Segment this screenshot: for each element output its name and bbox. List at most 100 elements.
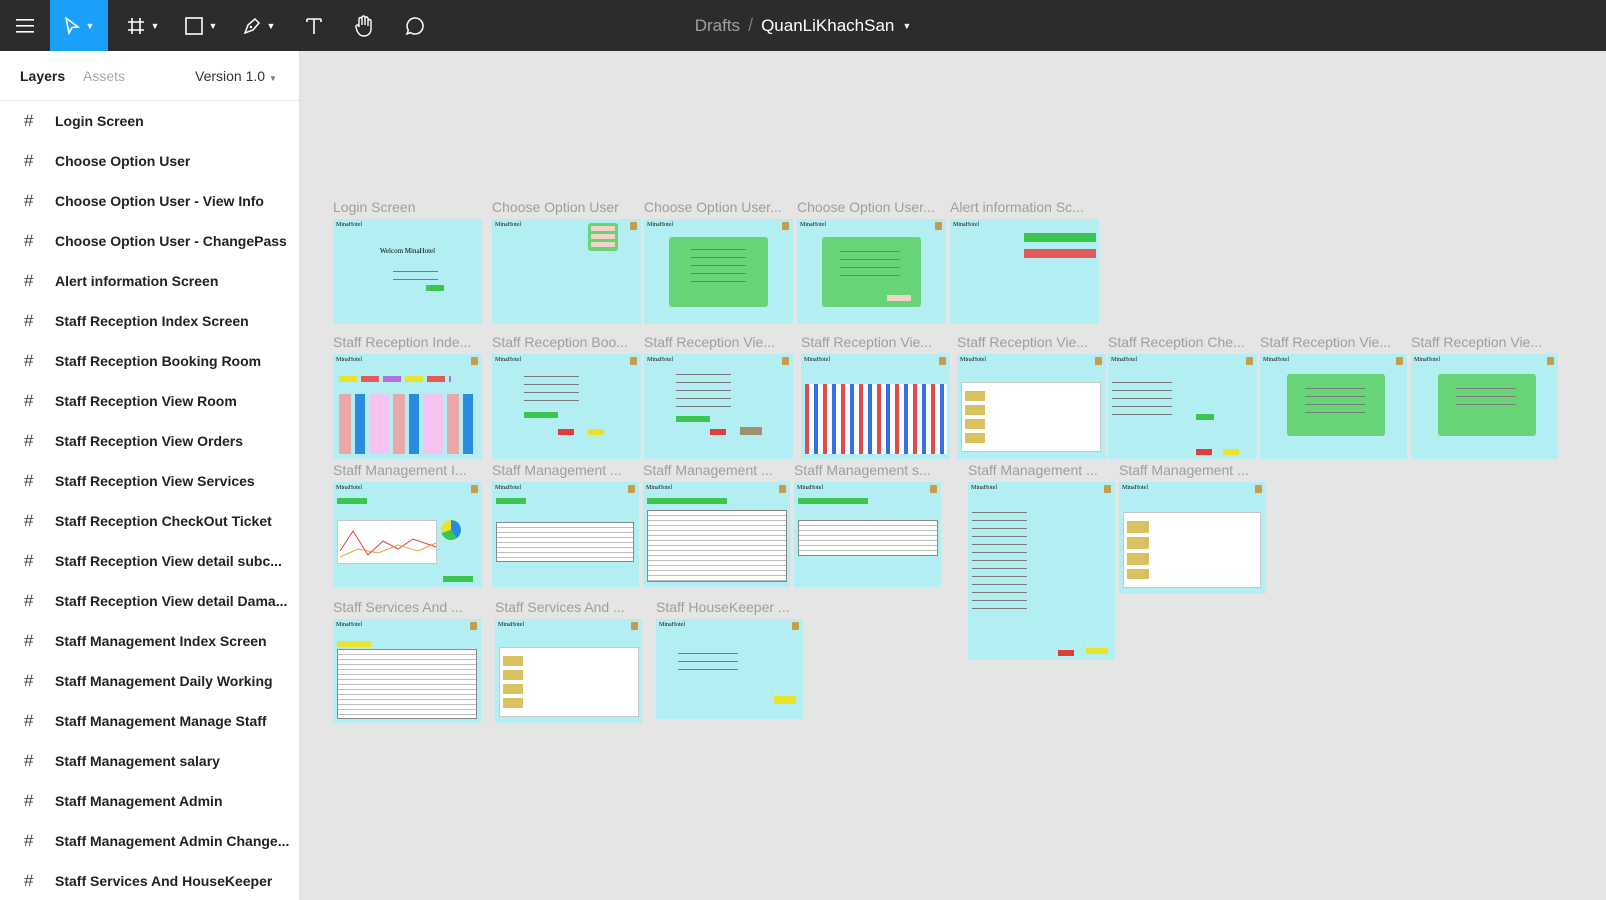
user-icon bbox=[630, 222, 637, 230]
frame-label[interactable]: Choose Option User bbox=[492, 199, 619, 215]
layer-item[interactable]: # Staff Reception View detail subc... bbox=[0, 541, 299, 581]
layer-item[interactable]: # Choose Option User - View Info bbox=[0, 181, 299, 221]
layer-item[interactable]: # Alert information Screen bbox=[0, 261, 299, 301]
frame-label[interactable]: Staff Management ... bbox=[643, 462, 773, 478]
canvas-frame[interactable]: Staff Management ... MinaHotel bbox=[968, 462, 1115, 660]
frame-label[interactable]: Staff Reception Vie... bbox=[801, 334, 932, 350]
layer-item[interactable]: # Staff Reception Booking Room bbox=[0, 341, 299, 381]
frame-label[interactable]: Staff Services And ... bbox=[495, 599, 625, 615]
detail-lines bbox=[1305, 388, 1365, 420]
layer-item[interactable]: # Staff Reception View Orders bbox=[0, 421, 299, 461]
chevron-down-icon[interactable]: ▼ bbox=[902, 21, 911, 31]
frame-label[interactable]: Choose Option User... bbox=[644, 199, 782, 215]
canvas-frame[interactable]: Choose Option User... MinaHotel bbox=[797, 199, 946, 324]
canvas-frame[interactable]: Choose Option User MinaHotel bbox=[492, 199, 641, 324]
canvas-frame[interactable]: Staff Reception Vie... MinaHotel bbox=[1260, 334, 1407, 459]
frame-label[interactable]: Staff Management ... bbox=[1119, 462, 1249, 478]
canvas-frame[interactable]: Staff Management s... MinaHotel bbox=[794, 462, 941, 587]
form-lines bbox=[524, 376, 579, 408]
canvas-frame[interactable]: Staff Management ... MinaHotel bbox=[1119, 462, 1266, 594]
canvas-frame[interactable]: Staff Management ... MinaHotel bbox=[643, 462, 790, 587]
tab-assets[interactable]: Assets bbox=[83, 68, 125, 84]
document-name[interactable]: QuanLiKhachSan bbox=[761, 16, 894, 36]
frame-label[interactable]: Staff Reception Inde... bbox=[333, 334, 471, 350]
room-grid bbox=[339, 394, 477, 454]
canvas-frame[interactable]: Staff Reception Vie... MinaHotel bbox=[644, 334, 793, 459]
layer-item[interactable]: # Staff Management Admin bbox=[0, 781, 299, 821]
layer-item[interactable]: # Staff Reception CheckOut Ticket bbox=[0, 501, 299, 541]
layers-panel: Layers Assets Version 1.0 ▼ # Login Scree… bbox=[0, 51, 300, 900]
canvas-frame[interactable]: Login Screen MinaHotel Welcom MinaHotel bbox=[333, 199, 482, 324]
pie-chart-preview bbox=[441, 520, 461, 540]
layer-item[interactable]: # Login Screen bbox=[0, 101, 299, 141]
pen-tool-button[interactable]: ▼ bbox=[234, 0, 284, 51]
layer-item[interactable]: # Staff Reception View Room bbox=[0, 381, 299, 421]
user-icon bbox=[470, 622, 477, 630]
canvas-frame[interactable]: Staff Management ... MinaHotel bbox=[492, 462, 639, 587]
frame-label[interactable]: Login Screen bbox=[333, 199, 416, 215]
user-icon bbox=[628, 485, 635, 493]
frame-icon: # bbox=[24, 471, 34, 490]
canvas-frame[interactable]: Staff Reception Vie... MinaHotel bbox=[801, 334, 950, 459]
brand-label: MinaHotel bbox=[1414, 357, 1440, 363]
frame-label[interactable]: Staff Reception Boo... bbox=[492, 334, 628, 350]
layer-item[interactable]: # Staff Management Admin Change... bbox=[0, 821, 299, 861]
hand-tool-button[interactable] bbox=[340, 0, 388, 51]
frame-label[interactable]: Alert information Sc... bbox=[950, 199, 1084, 215]
frame-label[interactable]: Staff Reception Vie... bbox=[957, 334, 1088, 350]
update-button bbox=[774, 696, 796, 704]
canvas-frame[interactable]: Staff Reception Che... MinaHotel bbox=[1108, 334, 1257, 459]
frame-label[interactable]: Staff Reception Vie... bbox=[1411, 334, 1542, 350]
user-icon bbox=[1246, 357, 1253, 365]
frame-label[interactable]: Staff HouseKeeper ... bbox=[656, 599, 790, 615]
layer-item[interactable]: # Staff Reception View Services bbox=[0, 461, 299, 501]
frame-thumbnail: MinaHotel bbox=[797, 219, 946, 324]
user-icon bbox=[782, 357, 789, 365]
canvas-frame[interactable]: Staff Reception Vie... MinaHotel bbox=[957, 334, 1106, 459]
layer-item[interactable]: # Staff Management Manage Staff bbox=[0, 701, 299, 741]
frame-tool-button[interactable]: ▼ bbox=[118, 0, 168, 51]
chevron-down-icon: ▼ bbox=[150, 20, 160, 31]
canvas-frame[interactable]: Staff Services And ... MinaHotel bbox=[495, 599, 642, 723]
brand-label: MinaHotel bbox=[659, 622, 685, 628]
frame-label[interactable]: Staff Management ... bbox=[492, 462, 622, 478]
version-selector[interactable]: Version 1.0 ▼ bbox=[195, 68, 277, 84]
canvas-frame[interactable]: Alert information Sc... MinaHotel bbox=[950, 199, 1099, 324]
tab-layers[interactable]: Layers bbox=[20, 68, 65, 84]
checking-lines bbox=[678, 653, 738, 677]
canvas-frame[interactable]: Choose Option User... MinaHotel bbox=[644, 199, 793, 324]
canvas-frame[interactable]: Staff Reception Boo... MinaHotel bbox=[492, 334, 641, 459]
move-tool-button[interactable]: ▼ bbox=[50, 0, 108, 51]
frame-label[interactable]: Staff Services And ... bbox=[333, 599, 463, 615]
frame-label[interactable]: Staff Management s... bbox=[794, 462, 931, 478]
user-icon bbox=[782, 222, 789, 230]
design-canvas[interactable]: Login Screen MinaHotel Welcom MinaHotel … bbox=[301, 51, 1606, 900]
shape-tool-button[interactable]: ▼ bbox=[176, 0, 226, 51]
export-button bbox=[443, 576, 473, 582]
canvas-frame[interactable]: Staff Services And ... MinaHotel bbox=[333, 599, 481, 723]
main-menu-button[interactable] bbox=[0, 0, 50, 51]
layer-item[interactable]: # Choose Option User - ChangePass bbox=[0, 221, 299, 261]
layer-item[interactable]: # Staff Management Daily Working bbox=[0, 661, 299, 701]
frame-label[interactable]: Choose Option User... bbox=[797, 199, 935, 215]
canvas-frame[interactable]: Staff Management I... MinaHotel bbox=[333, 462, 482, 587]
canvas-frame[interactable]: Staff Reception Vie... MinaHotel bbox=[1411, 334, 1558, 459]
layer-item[interactable]: # Staff Reception View detail Dama... bbox=[0, 581, 299, 621]
user-icon bbox=[792, 622, 799, 630]
frame-label[interactable]: Staff Management I... bbox=[333, 462, 467, 478]
comment-tool-button[interactable] bbox=[392, 0, 438, 51]
frame-label[interactable]: Staff Reception Vie... bbox=[1260, 334, 1391, 350]
layer-item[interactable]: # Staff Management salary bbox=[0, 741, 299, 781]
breadcrumb-drafts[interactable]: Drafts bbox=[695, 16, 740, 36]
canvas-frame[interactable]: Staff HouseKeeper ... MinaHotel bbox=[656, 599, 803, 719]
frame-label[interactable]: Staff Reception Vie... bbox=[644, 334, 775, 350]
layer-item[interactable]: # Staff Reception Index Screen bbox=[0, 301, 299, 341]
layer-item[interactable]: # Staff Services And HouseKeeper bbox=[0, 861, 299, 900]
text-tool-button[interactable] bbox=[292, 0, 336, 51]
brand-label: MinaHotel bbox=[336, 357, 362, 363]
canvas-frame[interactable]: Staff Reception Inde... MinaHotel bbox=[333, 334, 482, 459]
frame-label[interactable]: Staff Reception Che... bbox=[1108, 334, 1245, 350]
layer-item[interactable]: # Choose Option User bbox=[0, 141, 299, 181]
layer-item[interactable]: # Staff Management Index Screen bbox=[0, 621, 299, 661]
frame-label[interactable]: Staff Management ... bbox=[968, 462, 1098, 478]
